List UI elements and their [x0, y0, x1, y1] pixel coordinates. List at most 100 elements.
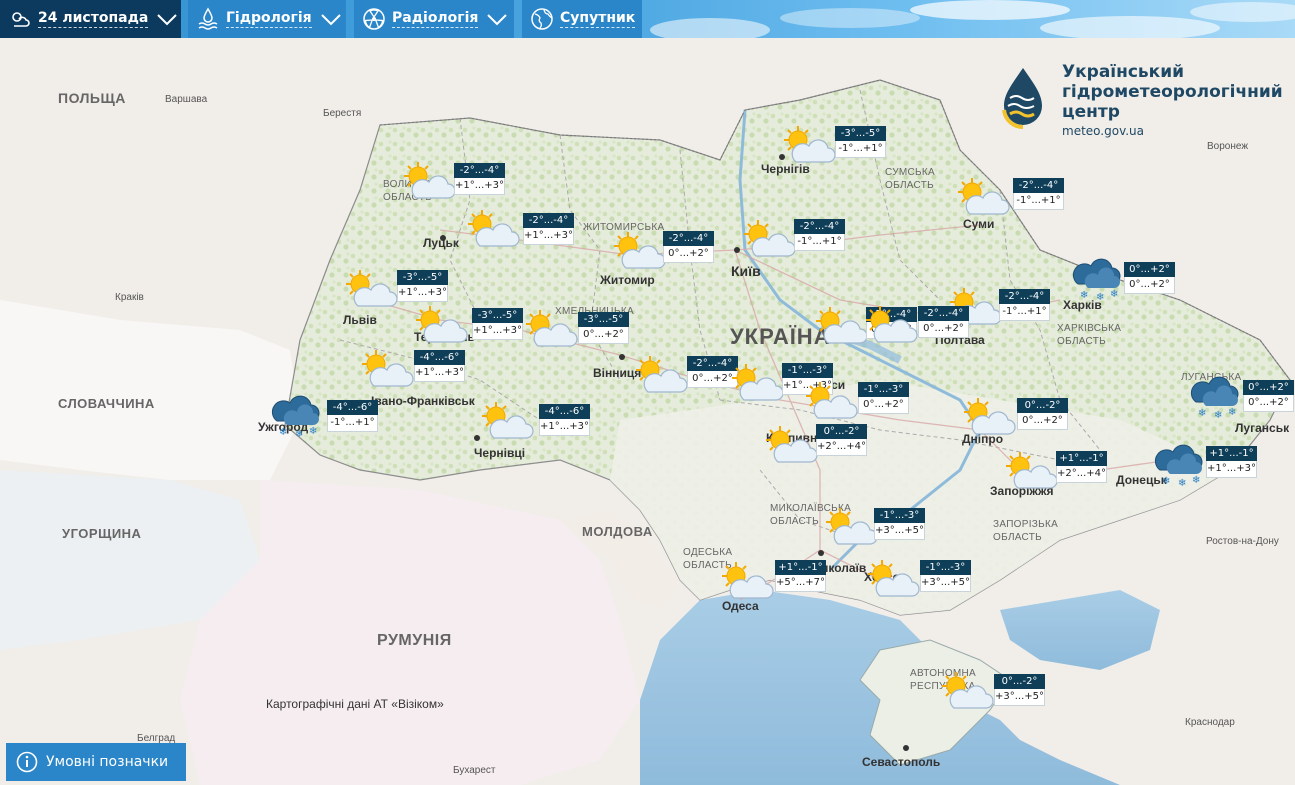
- partly-cloudy-icon[interactable]: [410, 304, 470, 348]
- partly-cloudy-icon[interactable]: [860, 304, 920, 348]
- forecast-temp-box[interactable]: -3°...-5° +1°...+3°: [397, 270, 448, 302]
- logo-title: Український гідрометеорологічний центр: [1062, 62, 1283, 122]
- night-temp: -2°...-4°: [523, 213, 574, 228]
- forecast-temp-box[interactable]: -1°...-3° +3°...+5°: [920, 560, 971, 592]
- night-temp: +1°...-1°: [775, 560, 826, 575]
- date-label: 24 листопада: [38, 10, 149, 28]
- forecast-temp-box[interactable]: -2°...-4° -1°...+1°: [794, 219, 845, 251]
- night-temp: -2°...-4°: [794, 219, 845, 234]
- foreign-city-label: Краснодар: [1185, 717, 1235, 728]
- partly-cloudy-icon[interactable]: [340, 268, 400, 312]
- radiology-menu[interactable]: Радіологія: [354, 0, 514, 38]
- forecast-temp-box[interactable]: -4°...-6° -1°...+1°: [327, 400, 378, 432]
- forecast-temp-box[interactable]: +1°...-1° +1°...+3°: [1206, 446, 1257, 478]
- forecast-temp-box[interactable]: -4°...-6° +1°...+3°: [539, 404, 590, 436]
- night-temp: +1°...-1°: [1206, 446, 1257, 461]
- forecast-temp-box[interactable]: 0°...-2° +2°...+4°: [816, 424, 867, 456]
- partly-cloudy-icon[interactable]: [820, 506, 880, 550]
- partly-cloudy-icon[interactable]: [1000, 450, 1060, 494]
- partly-cloudy-icon[interactable]: [356, 348, 416, 392]
- snow-cloud-icon[interactable]: ❄ ❄ ❄: [265, 395, 325, 440]
- night-temp: 0°...-2°: [994, 674, 1045, 689]
- partly-cloudy-icon[interactable]: [958, 396, 1018, 440]
- partly-cloudy-icon[interactable]: [760, 424, 820, 468]
- svg-text:❄: ❄: [1228, 407, 1236, 418]
- forecast-temp-box[interactable]: 0°...+2° 0°...+2°: [1124, 262, 1175, 294]
- chevron-down-icon: [487, 14, 508, 26]
- city-dot: [818, 550, 824, 556]
- night-temp: -3°...-5°: [578, 312, 629, 327]
- forecast-temp-box[interactable]: -3°...-5° +1°...+3°: [472, 308, 523, 340]
- partly-cloudy-icon[interactable]: [462, 208, 522, 252]
- forecast-temp-box[interactable]: 0°...-2° 0°...+2°: [1017, 398, 1068, 430]
- legend-button[interactable]: Умовні позначки: [6, 743, 186, 781]
- forecast-temp-box[interactable]: -3°...-5° -1°...+1°: [835, 126, 886, 158]
- country-label: УГОРЩИНА: [62, 526, 142, 541]
- partly-cloudy-icon[interactable]: [630, 354, 690, 398]
- forecast-temp-box[interactable]: -3°...-5° 0°...+2°: [578, 312, 629, 344]
- hydrology-menu[interactable]: Гідрологія: [188, 0, 346, 38]
- forecast-temp-box[interactable]: -1°...-3° 0°...+2°: [858, 382, 909, 414]
- chevron-down-icon: [157, 14, 178, 26]
- forecast-temp-box[interactable]: -2°...-4°0°...+2°: [918, 306, 969, 338]
- forecast-temp-box[interactable]: 0°...+2° 0°...+2°: [1243, 380, 1294, 412]
- partly-cloudy-icon[interactable]: [952, 176, 1012, 220]
- svg-text:❄: ❄: [1192, 475, 1200, 486]
- partly-cloudy-icon[interactable]: [398, 160, 458, 204]
- partly-cloudy-icon[interactable]: [716, 560, 776, 604]
- svg-text:❄: ❄: [279, 427, 287, 438]
- day-temp: -1°...+1°: [327, 415, 378, 432]
- day-temp: +1°...+3°: [454, 178, 505, 195]
- logo[interactable]: Український гідрометеорологічний центр m…: [1000, 60, 1290, 140]
- snow-cloud-icon[interactable]: ❄ ❄ ❄: [1066, 258, 1126, 303]
- city-label: Севастополь: [862, 755, 941, 769]
- forecast-temp-box[interactable]: -2°...-4° -1°...+1°: [1013, 178, 1064, 210]
- partly-cloudy-icon[interactable]: [936, 670, 996, 714]
- forecast-temp-box[interactable]: -4°...-6° +1°...+3°: [414, 350, 465, 382]
- country-label: МОЛДОВА: [582, 524, 653, 539]
- partly-cloudy-icon[interactable]: [608, 230, 668, 274]
- day-temp: +1°...+3°: [397, 285, 448, 302]
- forecast-temp-box[interactable]: -2°...-4° +1°...+3°: [523, 213, 574, 245]
- svg-text:❄: ❄: [1198, 408, 1206, 419]
- forecast-temp-box[interactable]: -2°...-4°0°...+2°: [663, 231, 714, 263]
- forecast-temp-box[interactable]: +1°...-1° +2°...+4°: [1056, 451, 1107, 483]
- forecast-temp-box[interactable]: 0°...-2° +3°...+5°: [994, 674, 1045, 706]
- partly-cloudy-icon[interactable]: [778, 124, 838, 168]
- night-temp: -1°...-3°: [874, 508, 925, 523]
- city-label: Чернівці: [474, 446, 526, 460]
- foreign-city-label: Бухарест: [453, 765, 496, 776]
- globe-icon: [531, 8, 553, 30]
- night-temp: 0°...+2°: [1243, 380, 1294, 395]
- foreign-city-label: Воронеж: [1207, 141, 1249, 152]
- partly-cloudy-icon[interactable]: [862, 558, 922, 602]
- forecast-temp-box[interactable]: -1°...-3° +3°...+5°: [874, 508, 925, 540]
- date-selector[interactable]: 24 листопада: [0, 0, 181, 38]
- night-temp: -3°...-5°: [397, 270, 448, 285]
- night-temp: -2°...-4°: [999, 289, 1050, 304]
- day-temp: +2°...+4°: [1056, 466, 1107, 483]
- forecast-temp-box[interactable]: +1°...-1° +5°...+7°: [775, 560, 826, 592]
- partly-cloudy-icon[interactable]: [738, 218, 798, 262]
- partly-cloudy-icon[interactable]: [476, 400, 536, 444]
- snow-cloud-icon[interactable]: ❄ ❄ ❄: [1148, 444, 1208, 489]
- forecast-temp-box[interactable]: -2°...-4° +1°...+3°: [454, 163, 505, 195]
- svg-text:❄: ❄: [1110, 289, 1118, 300]
- partly-cloudy-icon[interactable]: [800, 380, 860, 424]
- partly-cloudy-icon[interactable]: [520, 308, 580, 352]
- clouds-decoration: [650, 0, 1295, 38]
- satellite-menu[interactable]: Супутник: [522, 0, 642, 38]
- day-temp: -1°...+1°: [999, 304, 1050, 321]
- night-temp: -2°...-4°: [1013, 178, 1064, 193]
- day-temp: +1°...+3°: [414, 365, 465, 382]
- snow-cloud-icon[interactable]: ❄ ❄ ❄: [1184, 376, 1244, 421]
- day-temp: +1°...+3°: [539, 419, 590, 436]
- partly-cloudy-icon[interactable]: [726, 362, 786, 406]
- foreign-city-label: Ростов-на-Дону: [1206, 536, 1279, 547]
- night-temp: -3°...-5°: [835, 126, 886, 141]
- svg-text:❄: ❄: [1178, 478, 1186, 488]
- forecast-temp-box[interactable]: -2°...-4° -1°...+1°: [999, 289, 1050, 321]
- day-temp: 0°...+2°: [578, 327, 629, 344]
- foreign-city-label: Краків: [115, 292, 144, 303]
- svg-text:❄: ❄: [309, 426, 317, 437]
